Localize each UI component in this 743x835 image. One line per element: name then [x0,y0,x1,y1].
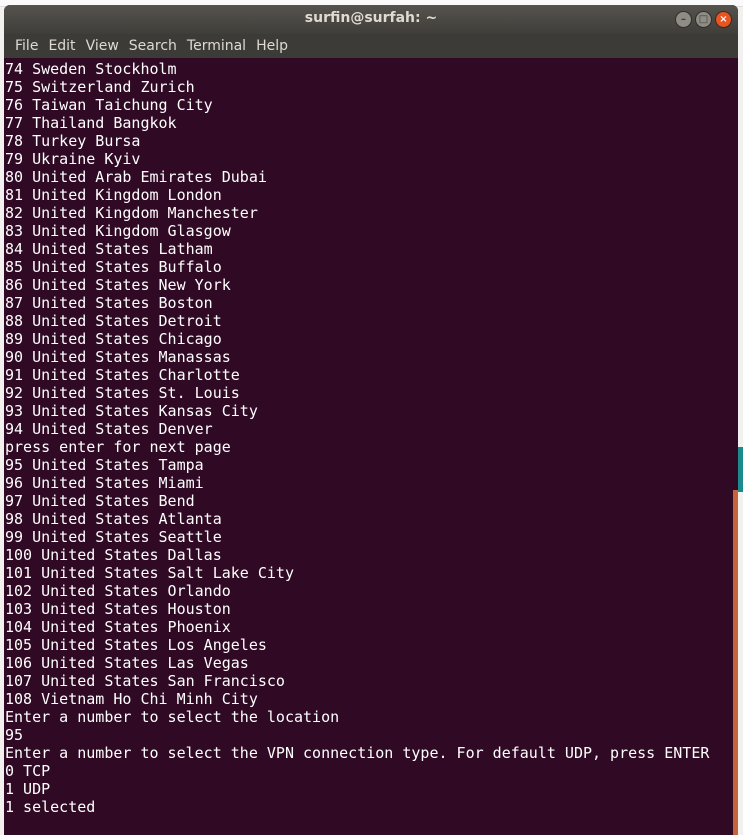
minimize-button[interactable]: – [675,11,692,28]
terminal-line: 91 United States Charlotte [5,366,240,384]
terminal-line: 100 United States Dallas [5,546,222,564]
terminal-line: 93 United States Kansas City [5,402,258,420]
menu-file[interactable]: File [10,38,43,54]
terminal-line: 95 [5,726,24,744]
terminal-line: 106 United States Las Vegas [5,654,249,672]
terminal-line: 0 TCP [5,762,51,780]
terminal-line: 74 Sweden Stockholm [5,60,177,78]
terminal-line: 77 Thailand Bangkok [5,114,177,132]
terminal-line: 78 Turkey Bursa [5,132,141,150]
menu-view[interactable]: View [81,38,124,54]
terminal-output[interactable]: 74 Sweden Stockholm 75 Switzerland Zurich… [4,58,738,816]
terminal-line: Enter a number to select the VPN connect… [5,744,710,762]
terminal-line: 86 United States New York [5,276,231,294]
terminal-line: 102 United States Orlando [5,582,231,600]
background-desktop [738,447,743,492]
terminal-line: Enter a number to select the location [5,708,340,726]
menu-search[interactable]: Search [124,38,182,54]
menu-help[interactable]: Help [251,38,293,54]
menu-terminal[interactable]: Terminal [182,38,251,54]
terminal-line: 103 United States Houston [5,600,231,618]
terminal-line: 82 United Kingdom Manchester [5,204,258,222]
scrollbar[interactable] [733,490,738,835]
terminal-line: 105 United States Los Angeles [5,636,267,654]
terminal-line: 97 United States Bend [5,492,195,510]
menu-edit[interactable]: Edit [43,38,80,54]
terminal-line: 99 United States Seattle [5,528,222,546]
terminal-line: 107 United States San Francisco [5,672,285,690]
terminal-line: 104 United States Phoenix [5,618,231,636]
menu-bar: File Edit View Search Terminal Help [4,34,738,58]
terminal-line: 81 United Kingdom London [5,186,222,204]
terminal-line: 94 United States Denver [5,420,213,438]
terminal-line: 80 United Arab Emirates Dubai [5,168,267,186]
terminal-line: 1 UDP [5,780,51,798]
terminal-line: 98 United States Atlanta [5,510,222,528]
terminal-line: 88 United States Detroit [5,312,222,330]
terminal-line: 79 Ukraine Kyiv [5,150,141,168]
terminal-line: 75 Switzerland Zurich [5,78,195,96]
terminal-line: 92 United States St. Louis [5,384,240,402]
window-title: surfin@surfah: ~ [304,10,438,26]
terminal-line: 90 United States Manassas [5,348,231,366]
close-button[interactable]: × [715,11,732,28]
terminal-line: 83 United Kingdom Glasgow [5,222,231,240]
terminal-line: 84 United States Latham [5,240,213,258]
title-bar[interactable]: surfin@surfah: ~ – □ × [4,5,738,34]
terminal-window: surfin@surfah: ~ – □ × File Edit View Se… [4,5,738,835]
terminal-line: 1 selected [5,798,96,816]
terminal-line: 101 United States Salt Lake City [5,564,294,582]
terminal-line: 89 United States Chicago [5,330,222,348]
terminal-line: 85 United States Buffalo [5,258,222,276]
terminal-line: 76 Taiwan Taichung City [5,96,213,114]
terminal-line: press enter for next page [5,438,231,456]
terminal-line: 87 United States Boston [5,294,213,312]
terminal-line: 96 United States Miami [5,474,204,492]
terminal-line: 108 Vietnam Ho Chi Minh City [5,690,258,708]
maximize-button[interactable]: □ [695,11,712,28]
terminal-line: 95 United States Tampa [5,456,204,474]
